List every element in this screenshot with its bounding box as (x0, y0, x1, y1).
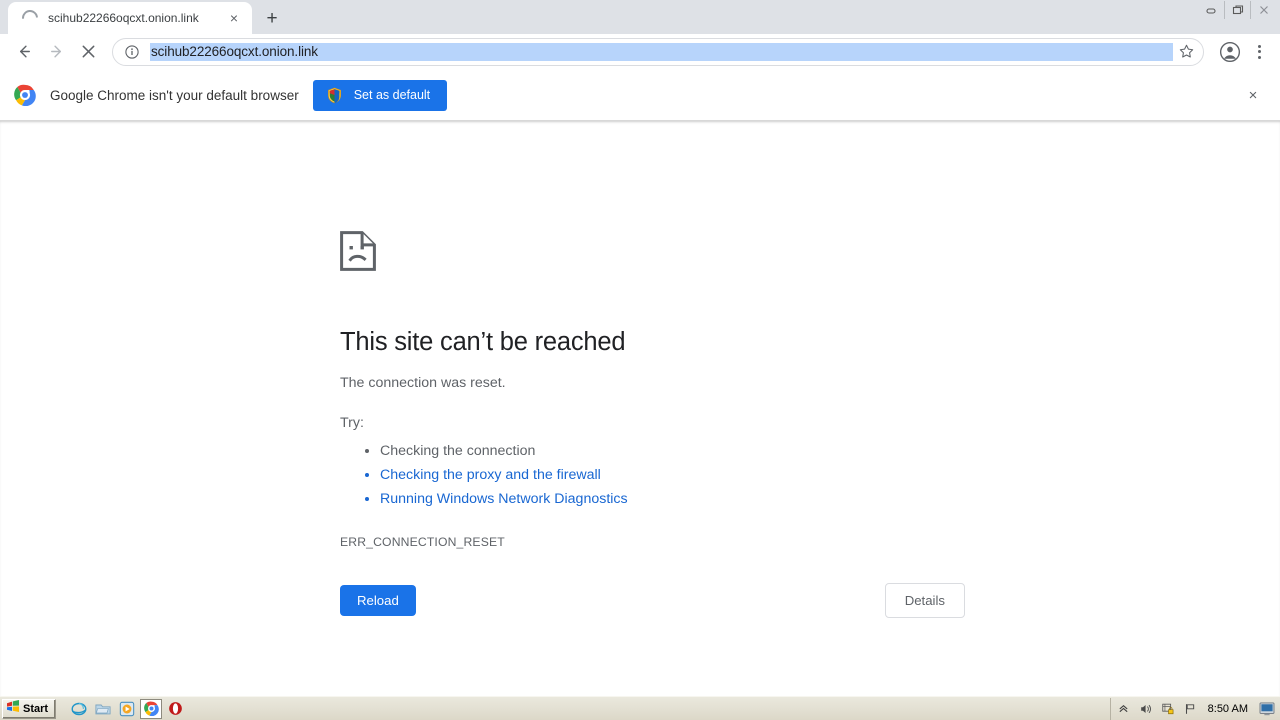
browser-toolbar: scihub22266oqcxt.onion.link (0, 34, 1280, 70)
new-tab-button[interactable]: + (258, 4, 286, 32)
error-button-row: Reload Details (340, 583, 965, 619)
default-browser-infobar: Google Chrome isn't your default browser… (0, 70, 1280, 121)
reload-button[interactable]: Reload (340, 585, 416, 617)
menu-dot-icon (1257, 44, 1261, 48)
page-content: This site can’t be reached The connectio… (0, 121, 1280, 696)
infobar-close-button[interactable]: × (1242, 84, 1264, 106)
folder-icon[interactable] (92, 699, 114, 719)
error-title: This site can’t be reached (340, 328, 626, 356)
internet-explorer-icon[interactable] (68, 699, 90, 719)
browser-tab[interactable]: scihub22266oqcxt.onion.link × (8, 2, 252, 34)
list-item[interactable]: Running Windows Network Diagnostics (380, 487, 960, 511)
windows-shield-icon (326, 87, 343, 104)
tab-loading-spinner (18, 6, 42, 30)
error-container: This site can’t be reached The connectio… (340, 231, 960, 549)
show-desktop-icon[interactable] (1258, 701, 1276, 717)
browser-window: scihub22266oqcxt.onion.link × + scihub22… (0, 0, 1280, 720)
set-as-default-button[interactable]: Set as default (312, 79, 448, 111)
tab-close-button[interactable]: × (224, 8, 244, 28)
address-bar[interactable]: scihub22266oqcxt.onion.link (112, 37, 1204, 66)
stop-button[interactable] (72, 36, 104, 68)
start-button-label: Start (23, 702, 49, 715)
error-try-label: Try: (340, 415, 364, 431)
tray-expand-icon[interactable] (1116, 701, 1132, 717)
volume-icon[interactable] (1138, 701, 1154, 717)
tray-clock[interactable]: 8:50 AM (1208, 703, 1248, 715)
restore-button[interactable] (1224, 1, 1250, 19)
start-button[interactable]: Start (2, 698, 57, 719)
system-tray: 8:50 AM (1109, 697, 1280, 720)
error-subtitle: The connection was reset. (340, 375, 506, 391)
details-button[interactable]: Details (884, 583, 965, 619)
sad-file-icon (340, 231, 376, 271)
forward-button[interactable] (40, 36, 72, 68)
error-code: ERR_CONNECTION_RESET (340, 535, 505, 549)
windows-taskbar: Start 8:50 AM (0, 696, 1280, 720)
profile-avatar[interactable] (1216, 38, 1244, 66)
infobar-message: Google Chrome isn't your default browser (50, 87, 299, 103)
close-button[interactable] (1250, 1, 1276, 19)
windows-flag-icon (6, 699, 20, 718)
address-bar-text[interactable]: scihub22266oqcxt.onion.link (150, 42, 1173, 61)
quick-launch-bar (68, 698, 186, 719)
set-as-default-label: Set as default (353, 88, 431, 102)
info-circle-icon[interactable] (123, 43, 141, 61)
chrome-menu-button[interactable] (1246, 39, 1272, 65)
list-item: Checking the connection (380, 439, 960, 463)
opera-icon[interactable] (164, 699, 186, 719)
chrome-icon[interactable] (140, 698, 163, 719)
menu-dot-icon (1257, 55, 1261, 59)
chrome-logo-icon (14, 84, 36, 107)
back-button[interactable] (8, 36, 40, 68)
tab-strip: scihub22266oqcxt.onion.link × + (0, 0, 1280, 34)
tab-title: scihub22266oqcxt.onion.link (48, 11, 199, 25)
network-flag-icon[interactable] (1182, 701, 1198, 717)
error-suggestion-list: Checking the connection Checking the pro… (340, 439, 960, 511)
window-controls (1198, 1, 1276, 19)
menu-dot-icon (1257, 50, 1261, 53)
media-player-icon[interactable] (116, 699, 138, 719)
list-item[interactable]: Checking the proxy and the firewall (380, 463, 960, 487)
bookmark-star-icon[interactable] (1173, 39, 1199, 65)
minimize-button[interactable] (1198, 1, 1224, 19)
security-shield-icon[interactable] (1160, 701, 1176, 717)
